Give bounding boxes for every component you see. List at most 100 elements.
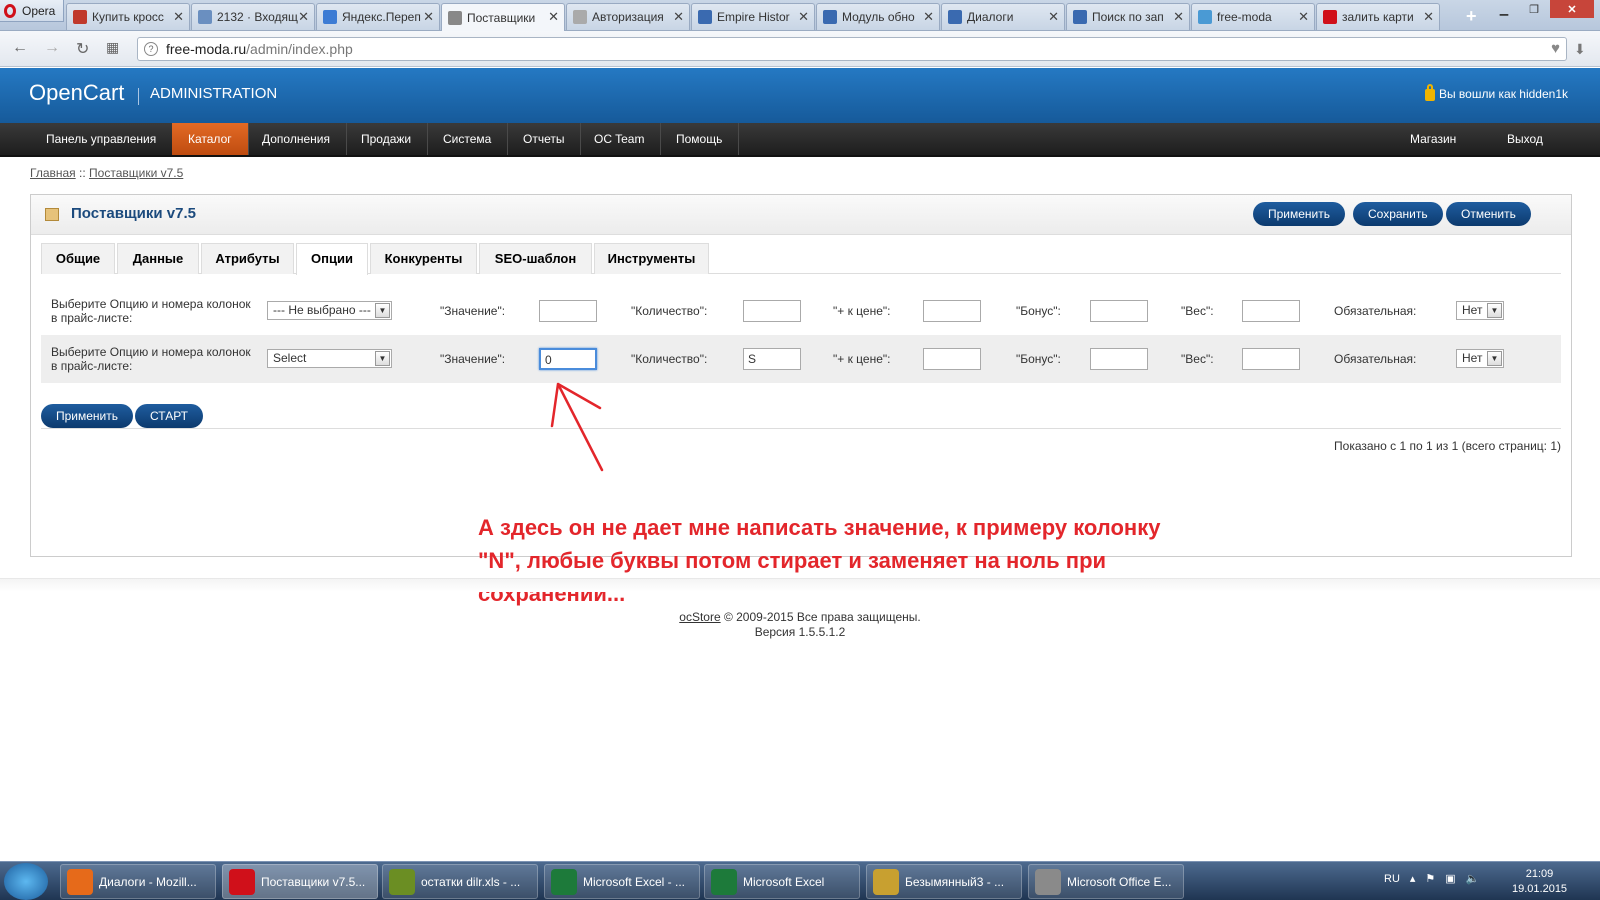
option-select[interactable]: Select ▼ <box>267 349 392 368</box>
admin-menu: Панель управления Каталог Дополнения Продаж… <box>0 123 1600 157</box>
menu-item[interactable]: Каталог <box>172 123 249 155</box>
menu-item[interactable]: OC Team <box>578 123 662 155</box>
url-field[interactable]: ? free-moda.ru/admin/index.php ♥ <box>137 37 1567 61</box>
menu-item[interactable]: Отчеты <box>507 123 582 155</box>
taskbar-item[interactable]: Microsoft Excel - ... <box>544 864 700 899</box>
browser-tab[interactable]: Диалоги ✕ <box>941 3 1065 30</box>
value-input[interactable] <box>539 300 597 322</box>
panel-tab[interactable]: SEO-шаблон <box>479 243 592 274</box>
opera-menu-button[interactable]: Opera <box>0 0 64 22</box>
browser-tab[interactable]: 2132 · Входящ ✕ <box>191 3 315 30</box>
browser-tab[interactable]: Модуль обно ✕ <box>816 3 940 30</box>
option-select[interactable]: --- Не выбрано --- ▼ <box>267 301 392 320</box>
tab-close-icon[interactable]: ✕ <box>1423 9 1434 25</box>
tab-close-icon[interactable]: ✕ <box>1298 9 1309 25</box>
taskbar-item[interactable]: Безымянный3 - ... <box>866 864 1022 899</box>
forward-arrow-icon[interactable]: → <box>44 39 60 57</box>
tab-close-icon[interactable]: ✕ <box>173 9 184 25</box>
minimize-icon[interactable]: ▁ <box>1490 0 1518 18</box>
dropdown-arrow-icon[interactable]: ▼ <box>1487 351 1502 366</box>
bonus-input[interactable] <box>1090 300 1148 322</box>
tab-close-icon[interactable]: ✕ <box>548 9 559 25</box>
panel-tab[interactable]: Инструменты <box>594 243 709 274</box>
language-indicator[interactable]: RU <box>1384 873 1400 885</box>
action-center-flag-icon[interactable]: ⚑ <box>1425 872 1435 885</box>
price-input[interactable] <box>923 348 981 370</box>
browser-tab[interactable]: Поставщики ✕ <box>441 3 565 31</box>
menu-item-right[interactable]: Магазин <box>1394 123 1472 155</box>
lock-icon <box>1424 84 1435 101</box>
quantity-input[interactable]: S <box>743 348 801 370</box>
bookmark-heart-icon[interactable]: ♥ <box>1551 40 1560 57</box>
copyright-text: © 2009-2015 Все права защищены. <box>720 610 921 624</box>
browser-tab[interactable]: Яндекс.Переп ✕ <box>316 3 440 30</box>
download-icon[interactable]: ⬇ <box>1574 41 1586 58</box>
panel-tab[interactable]: Общие <box>41 243 115 274</box>
dropdown-arrow-icon[interactable]: ▼ <box>375 303 390 318</box>
menu-item[interactable]: Система <box>427 123 509 155</box>
apply-button[interactable]: Применить <box>1253 202 1346 226</box>
network-icon[interactable]: ▣ <box>1445 872 1455 885</box>
panel-tab[interactable]: Данные <box>117 243 199 274</box>
close-window-icon[interactable]: ✕ <box>1550 0 1594 18</box>
tab-close-icon[interactable]: ✕ <box>298 9 309 25</box>
new-tab-plus-icon[interactable]: + <box>1466 6 1477 27</box>
bonus-input[interactable] <box>1090 348 1148 370</box>
breadcrumb-current[interactable]: Поставщики v7.5 <box>89 166 183 180</box>
bottom-apply-button[interactable]: Применить <box>41 404 134 428</box>
browser-tab[interactable]: Авторизация ✕ <box>566 3 690 30</box>
tab-close-icon[interactable]: ✕ <box>673 9 684 25</box>
clock[interactable]: 21:09 19.01.2015 <box>1512 867 1567 897</box>
tab-favicon-icon <box>323 10 337 24</box>
taskbar-item[interactable]: остатки dilr.xls - ... <box>382 864 538 899</box>
required-select[interactable]: Нет ▼ <box>1456 301 1504 320</box>
option-row: Выберите Опцию и номера колонок в прайс-… <box>41 335 1561 383</box>
panel-tab[interactable]: Атрибуты <box>201 243 294 274</box>
browser-tab[interactable]: Купить кросс ✕ <box>66 3 190 30</box>
menu-item-right[interactable]: Выход <box>1491 123 1559 155</box>
menu-item[interactable]: Панель управления <box>30 123 174 155</box>
site-info-icon[interactable]: ? <box>144 42 158 56</box>
taskbar-item[interactable]: Поставщики v7.5... <box>222 864 378 899</box>
browser-tab[interactable]: залить карти ✕ <box>1316 3 1440 30</box>
restore-icon[interactable]: ❐ <box>1520 0 1548 18</box>
back-arrow-icon[interactable]: ← <box>12 39 28 57</box>
weight-input[interactable] <box>1242 300 1300 322</box>
breadcrumb-home[interactable]: Главная <box>30 166 76 180</box>
dropdown-arrow-icon[interactable]: ▼ <box>375 351 390 366</box>
value-input[interactable]: 0 <box>539 348 597 370</box>
price-input[interactable] <box>923 300 981 322</box>
menu-item[interactable]: Помощь <box>660 123 740 155</box>
dropdown-arrow-icon[interactable]: ▼ <box>1487 303 1502 318</box>
tab-close-icon[interactable]: ✕ <box>923 9 934 25</box>
reload-icon[interactable]: ↻ <box>76 39 89 59</box>
tab-close-icon[interactable]: ✕ <box>423 9 434 25</box>
quantity-input[interactable] <box>743 300 801 322</box>
weight-input[interactable] <box>1242 348 1300 370</box>
browser-tab[interactable]: free-moda ✕ <box>1191 3 1315 30</box>
taskbar-item[interactable]: Microsoft Office E... <box>1028 864 1184 899</box>
panel-tab[interactable]: Опции <box>296 243 368 275</box>
start-button[interactable]: СТАРТ <box>135 404 203 428</box>
opencart-logo[interactable]: OpenCart <box>29 80 124 106</box>
speed-dial-grid-icon[interactable]: ▦ <box>106 39 119 56</box>
panel-tab[interactable]: Конкуренты <box>370 243 477 274</box>
cancel-button[interactable]: Отменить <box>1446 202 1531 226</box>
save-button[interactable]: Сохранить <box>1353 202 1443 226</box>
tab-close-icon[interactable]: ✕ <box>798 9 809 25</box>
tab-favicon-icon <box>573 10 587 24</box>
taskbar-item[interactable]: Диалоги - Mozill... <box>60 864 216 899</box>
menu-item[interactable]: Продажи <box>345 123 429 155</box>
required-select[interactable]: Нет ▼ <box>1456 349 1504 368</box>
ocstore-link[interactable]: ocStore <box>679 610 720 624</box>
start-button-icon[interactable] <box>4 863 48 900</box>
tab-close-icon[interactable]: ✕ <box>1048 9 1059 25</box>
browser-tab[interactable]: Поиск по зап ✕ <box>1066 3 1190 30</box>
tray-arrow-icon[interactable]: ▴ <box>1410 872 1416 885</box>
volume-icon[interactable]: 🔈 <box>1466 872 1480 885</box>
menu-item[interactable]: Дополнения <box>246 123 347 155</box>
tab-close-icon[interactable]: ✕ <box>1173 9 1184 25</box>
required-label: Обязательная: <box>1334 352 1417 366</box>
taskbar-item[interactable]: Microsoft Excel <box>704 864 860 899</box>
browser-tab[interactable]: Empire Histor ✕ <box>691 3 815 30</box>
